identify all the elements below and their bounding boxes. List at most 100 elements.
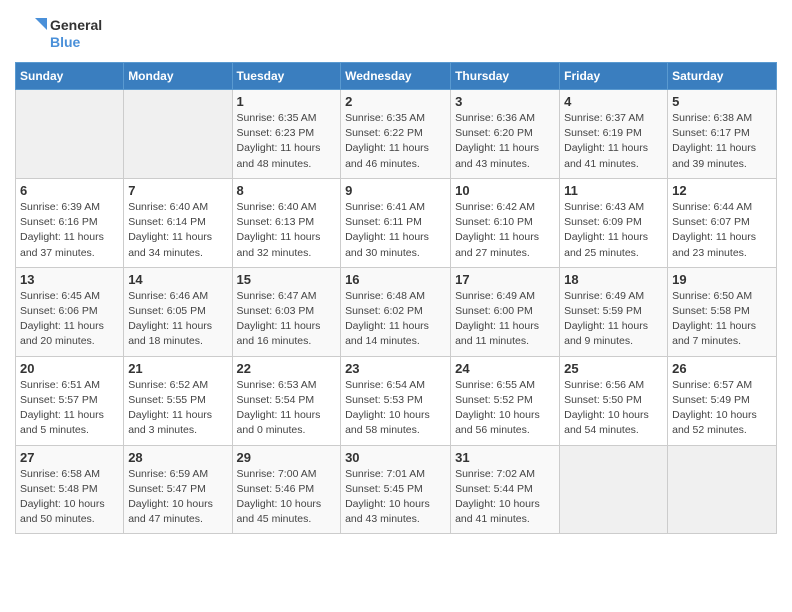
weekday-header-thursday: Thursday bbox=[451, 63, 560, 90]
day-detail: Sunrise: 6:59 AMSunset: 5:47 PMDaylight:… bbox=[128, 467, 227, 528]
weekday-row: SundayMondayTuesdayWednesdayThursdayFrid… bbox=[16, 63, 777, 90]
day-number: 12 bbox=[672, 183, 772, 198]
weekday-header-saturday: Saturday bbox=[668, 63, 777, 90]
calendar-body: 1 Sunrise: 6:35 AMSunset: 6:23 PMDaylight… bbox=[16, 90, 777, 534]
day-detail: Sunrise: 7:02 AMSunset: 5:44 PMDaylight:… bbox=[455, 467, 555, 528]
calendar-cell: 17Sunrise: 6:49 AMSunset: 6:00 PMDayligh… bbox=[451, 267, 560, 356]
weekday-header-sunday: Sunday bbox=[16, 63, 124, 90]
day-detail: Sunrise: 6:41 AMSunset: 6:11 PMDaylight:… bbox=[345, 200, 446, 261]
calendar-cell bbox=[668, 445, 777, 534]
calendar-cell: 19Sunrise: 6:50 AMSunset: 5:58 PMDayligh… bbox=[668, 267, 777, 356]
calendar-cell: 8 Sunrise: 6:40 AMSunset: 6:13 PMDaylight… bbox=[232, 178, 341, 267]
day-number: 13 bbox=[20, 272, 119, 287]
calendar-cell: 24 Sunrise: 6:55 AMSunset: 5:52 PMDayligh… bbox=[451, 356, 560, 445]
day-detail: Sunrise: 6:52 AMSunset: 5:55 PMDaylight:… bbox=[128, 378, 227, 439]
day-detail: Sunrise: 6:48 AMSunset: 6:02 PMDaylight:… bbox=[345, 289, 446, 350]
day-number: 25 bbox=[564, 361, 663, 376]
day-detail: Sunrise: 6:35 AMSunset: 6:23 PMDaylight:… bbox=[237, 111, 337, 172]
day-detail: Sunrise: 6:47 AMSunset: 6:03 PMDaylight:… bbox=[237, 289, 337, 350]
day-number: 15 bbox=[237, 272, 337, 287]
day-number: 2 bbox=[345, 94, 446, 109]
weekday-header-monday: Monday bbox=[124, 63, 232, 90]
logo: General Blue bbox=[15, 16, 102, 52]
calendar-cell: 12 Sunrise: 6:44 AMSunset: 6:07 PMDayligh… bbox=[668, 178, 777, 267]
weekday-header-tuesday: Tuesday bbox=[232, 63, 341, 90]
calendar-cell: 16 Sunrise: 6:48 AMSunset: 6:02 PMDayligh… bbox=[341, 267, 451, 356]
day-detail: Sunrise: 6:45 AMSunset: 6:06 PMDaylight:… bbox=[20, 289, 119, 350]
day-number: 26 bbox=[672, 361, 772, 376]
day-number: 16 bbox=[345, 272, 446, 287]
calendar-cell: 3 Sunrise: 6:36 AMSunset: 6:20 PMDaylight… bbox=[451, 90, 560, 179]
day-detail: Sunrise: 6:49 AMSunset: 5:59 PMDaylight:… bbox=[564, 289, 663, 350]
calendar-cell: 1 Sunrise: 6:35 AMSunset: 6:23 PMDaylight… bbox=[232, 90, 341, 179]
day-number: 3 bbox=[455, 94, 555, 109]
calendar-cell: 9 Sunrise: 6:41 AMSunset: 6:11 PMDaylight… bbox=[341, 178, 451, 267]
day-number: 1 bbox=[237, 94, 337, 109]
day-number: 27 bbox=[20, 450, 119, 465]
day-detail: Sunrise: 7:00 AMSunset: 5:46 PMDaylight:… bbox=[237, 467, 337, 528]
day-detail: Sunrise: 6:40 AMSunset: 6:13 PMDaylight:… bbox=[237, 200, 337, 261]
day-number: 11 bbox=[564, 183, 663, 198]
day-detail: Sunrise: 6:55 AMSunset: 5:52 PMDaylight:… bbox=[455, 378, 555, 439]
calendar-week-2: 6Sunrise: 6:39 AMSunset: 6:16 PMDaylight… bbox=[16, 178, 777, 267]
calendar-cell: 27 Sunrise: 6:58 AMSunset: 5:48 PMDayligh… bbox=[16, 445, 124, 534]
calendar-week-5: 27 Sunrise: 6:58 AMSunset: 5:48 PMDayligh… bbox=[16, 445, 777, 534]
calendar-header: SundayMondayTuesdayWednesdayThursdayFrid… bbox=[16, 63, 777, 90]
calendar-cell: 4 Sunrise: 6:37 AMSunset: 6:19 PMDaylight… bbox=[560, 90, 668, 179]
calendar-cell: 11Sunrise: 6:43 AMSunset: 6:09 PMDayligh… bbox=[560, 178, 668, 267]
day-detail: Sunrise: 6:56 AMSunset: 5:50 PMDaylight:… bbox=[564, 378, 663, 439]
day-number: 22 bbox=[237, 361, 337, 376]
day-detail: Sunrise: 7:01 AMSunset: 5:45 PMDaylight:… bbox=[345, 467, 446, 528]
logo-svg bbox=[15, 16, 47, 52]
calendar-cell: 26Sunrise: 6:57 AMSunset: 5:49 PMDayligh… bbox=[668, 356, 777, 445]
calendar-week-1: 1 Sunrise: 6:35 AMSunset: 6:23 PMDaylight… bbox=[16, 90, 777, 179]
calendar-cell: 31 Sunrise: 7:02 AMSunset: 5:44 PMDayligh… bbox=[451, 445, 560, 534]
day-number: 7 bbox=[128, 183, 227, 198]
calendar-cell: 5 Sunrise: 6:38 AMSunset: 6:17 PMDaylight… bbox=[668, 90, 777, 179]
calendar-cell: 29Sunrise: 7:00 AMSunset: 5:46 PMDayligh… bbox=[232, 445, 341, 534]
day-number: 31 bbox=[455, 450, 555, 465]
calendar-cell bbox=[124, 90, 232, 179]
day-number: 8 bbox=[237, 183, 337, 198]
calendar-cell: 6Sunrise: 6:39 AMSunset: 6:16 PMDaylight… bbox=[16, 178, 124, 267]
day-number: 23 bbox=[345, 361, 446, 376]
day-number: 10 bbox=[455, 183, 555, 198]
calendar-cell: 30Sunrise: 7:01 AMSunset: 5:45 PMDayligh… bbox=[341, 445, 451, 534]
day-detail: Sunrise: 6:58 AMSunset: 5:48 PMDaylight:… bbox=[20, 467, 119, 528]
calendar-week-3: 13 Sunrise: 6:45 AMSunset: 6:06 PMDayligh… bbox=[16, 267, 777, 356]
day-detail: Sunrise: 6:46 AMSunset: 6:05 PMDaylight:… bbox=[128, 289, 227, 350]
calendar-cell: 22Sunrise: 6:53 AMSunset: 5:54 PMDayligh… bbox=[232, 356, 341, 445]
day-number: 4 bbox=[564, 94, 663, 109]
day-number: 24 bbox=[455, 361, 555, 376]
day-number: 5 bbox=[672, 94, 772, 109]
calendar-week-4: 20Sunrise: 6:51 AMSunset: 5:57 PMDayligh… bbox=[16, 356, 777, 445]
day-detail: Sunrise: 6:38 AMSunset: 6:17 PMDaylight:… bbox=[672, 111, 772, 172]
day-detail: Sunrise: 6:54 AMSunset: 5:53 PMDaylight:… bbox=[345, 378, 446, 439]
day-number: 18 bbox=[564, 272, 663, 287]
header: General Blue bbox=[15, 10, 777, 52]
calendar-cell: 10 Sunrise: 6:42 AMSunset: 6:10 PMDayligh… bbox=[451, 178, 560, 267]
calendar-cell: 20Sunrise: 6:51 AMSunset: 5:57 PMDayligh… bbox=[16, 356, 124, 445]
day-detail: Sunrise: 6:35 AMSunset: 6:22 PMDaylight:… bbox=[345, 111, 446, 172]
calendar-cell: 13 Sunrise: 6:45 AMSunset: 6:06 PMDayligh… bbox=[16, 267, 124, 356]
day-number: 14 bbox=[128, 272, 227, 287]
calendar-cell: 25 Sunrise: 6:56 AMSunset: 5:50 PMDayligh… bbox=[560, 356, 668, 445]
calendar-cell: 23 Sunrise: 6:54 AMSunset: 5:53 PMDayligh… bbox=[341, 356, 451, 445]
day-detail: Sunrise: 6:39 AMSunset: 6:16 PMDaylight:… bbox=[20, 200, 119, 261]
day-detail: Sunrise: 6:36 AMSunset: 6:20 PMDaylight:… bbox=[455, 111, 555, 172]
day-detail: Sunrise: 6:49 AMSunset: 6:00 PMDaylight:… bbox=[455, 289, 555, 350]
day-number: 19 bbox=[672, 272, 772, 287]
logo-blue-text: Blue bbox=[50, 34, 102, 51]
day-detail: Sunrise: 6:44 AMSunset: 6:07 PMDaylight:… bbox=[672, 200, 772, 261]
calendar-cell: 28Sunrise: 6:59 AMSunset: 5:47 PMDayligh… bbox=[124, 445, 232, 534]
day-number: 21 bbox=[128, 361, 227, 376]
calendar-cell: 14 Sunrise: 6:46 AMSunset: 6:05 PMDayligh… bbox=[124, 267, 232, 356]
calendar-cell: 18 Sunrise: 6:49 AMSunset: 5:59 PMDayligh… bbox=[560, 267, 668, 356]
page: General Blue SundayMondayTuesdayWednesda… bbox=[0, 0, 792, 612]
day-number: 9 bbox=[345, 183, 446, 198]
day-detail: Sunrise: 6:37 AMSunset: 6:19 PMDaylight:… bbox=[564, 111, 663, 172]
calendar-cell bbox=[16, 90, 124, 179]
day-detail: Sunrise: 6:51 AMSunset: 5:57 PMDaylight:… bbox=[20, 378, 119, 439]
day-detail: Sunrise: 6:42 AMSunset: 6:10 PMDaylight:… bbox=[455, 200, 555, 261]
logo-general-text: General bbox=[50, 17, 102, 34]
